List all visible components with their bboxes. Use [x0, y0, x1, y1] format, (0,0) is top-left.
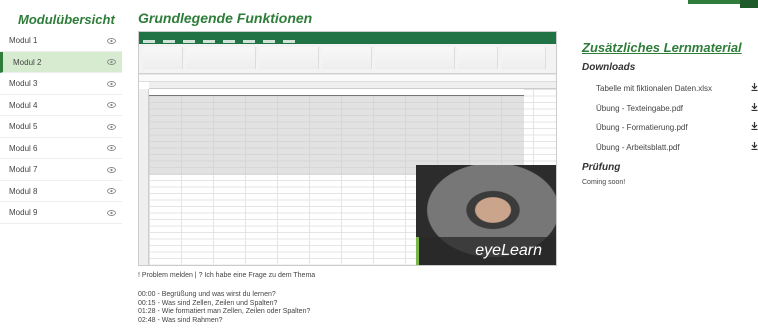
top-accent-bar: [0, 0, 758, 8]
extra-material-title[interactable]: Zusätzliches Lernmaterial: [582, 40, 742, 55]
sidebar-item-modul-8[interactable]: Modul 8: [0, 181, 122, 203]
excel-formula-bar: [139, 75, 556, 82]
pruefung-title: Prüfung: [582, 162, 621, 173]
eye-icon[interactable]: [107, 159, 116, 181]
eye-icon[interactable]: [107, 138, 116, 160]
module-sidebar: Modulübersicht Modul 1 Modul 2 Modul 3 M…: [0, 10, 122, 224]
chapter-list: 00:00 - Begrüßung und was wirst du lerne…: [138, 291, 310, 325]
excel-ribbon: [139, 32, 556, 74]
eye-icon[interactable]: [107, 30, 116, 52]
module-label: Modul 8: [9, 186, 38, 196]
eye-icon[interactable]: [107, 52, 116, 74]
download-label: Übung - Texteingabe.pdf: [596, 103, 684, 113]
download-item[interactable]: Übung - Arbeitsblatt.pdf: [582, 138, 758, 158]
sidebar-item-modul-3[interactable]: Modul 3: [0, 73, 122, 95]
module-label: Modul 6: [9, 143, 38, 153]
report-links[interactable]: ! Problem melden | ? Ich habe eine Frage…: [138, 272, 315, 279]
download-icon[interactable]: [751, 99, 758, 119]
chapter-item[interactable]: 02:48 - Was sind Rahmen?: [138, 317, 310, 326]
module-label: Modul 7: [9, 165, 38, 174]
eye-icon[interactable]: [107, 73, 116, 95]
module-label: Modul 9: [9, 208, 38, 217]
sidebar-item-modul-4[interactable]: Modul 4: [0, 95, 122, 117]
module-label: Modul 3: [9, 79, 38, 88]
chapter-item[interactable]: 00:00 - Begrüßung und was wirst du lerne…: [138, 291, 310, 300]
module-label: Modul 2: [13, 57, 42, 67]
chapter-item[interactable]: 01:28 - Wie formatiert man Zellen, Zeile…: [138, 308, 310, 317]
download-icon[interactable]: [751, 79, 758, 99]
sidebar-item-modul-1[interactable]: Modul 1: [0, 30, 122, 52]
download-label: Tabelle mit fiktionalen Daten.xlsx: [596, 84, 713, 93]
sidebar-item-modul-2[interactable]: Modul 2: [0, 51, 122, 74]
excel-data-region: [149, 91, 524, 175]
downloads-title: Downloads: [582, 62, 636, 73]
sidebar-item-modul-7[interactable]: Modul 7: [0, 159, 122, 181]
pruefung-status: Coming soon!: [582, 179, 626, 186]
download-icon[interactable]: [751, 138, 758, 158]
excel-ribbon-groups: [139, 44, 556, 72]
excel-column-headers: [149, 82, 556, 89]
eye-icon[interactable]: [107, 116, 116, 138]
excel-header-row: [149, 89, 524, 96]
module-label: Modul 5: [9, 122, 38, 131]
download-icon[interactable]: [751, 118, 758, 138]
module-label: Modul 1: [9, 36, 38, 45]
download-item[interactable]: Übung - Texteingabe.pdf: [582, 99, 758, 119]
brand-logo: eyeLearn: [416, 237, 556, 265]
page-title: Grundlegende Funktionen: [138, 10, 313, 26]
sidebar-item-modul-5[interactable]: Modul 5: [0, 116, 122, 138]
sidebar-item-modul-6[interactable]: Modul 6: [0, 138, 122, 160]
download-item[interactable]: Tabelle mit fiktionalen Daten.xlsx: [582, 79, 758, 99]
eye-icon[interactable]: [107, 95, 116, 117]
downloads-list: Tabelle mit fiktionalen Daten.xlsx Übung…: [582, 79, 758, 157]
download-label: Übung - Arbeitsblatt.pdf: [596, 142, 680, 152]
chapter-item[interactable]: 00:15 - Was sind Zellen, Zeilen und Spal…: [138, 300, 310, 309]
sidebar-item-modul-9[interactable]: Modul 9: [0, 202, 122, 224]
module-label: Modul 4: [9, 100, 38, 110]
eye-icon[interactable]: [107, 202, 116, 224]
sidebar-title: Modulübersicht: [18, 12, 115, 27]
eye-icon[interactable]: [107, 181, 116, 203]
excel-row-headers: [139, 89, 149, 265]
download-label: Übung - Formatierung.pdf: [596, 123, 688, 132]
video-player[interactable]: eyeLearn: [138, 31, 557, 266]
download-item[interactable]: Übung - Formatierung.pdf: [582, 118, 758, 138]
top-accent-corner: [740, 0, 758, 8]
